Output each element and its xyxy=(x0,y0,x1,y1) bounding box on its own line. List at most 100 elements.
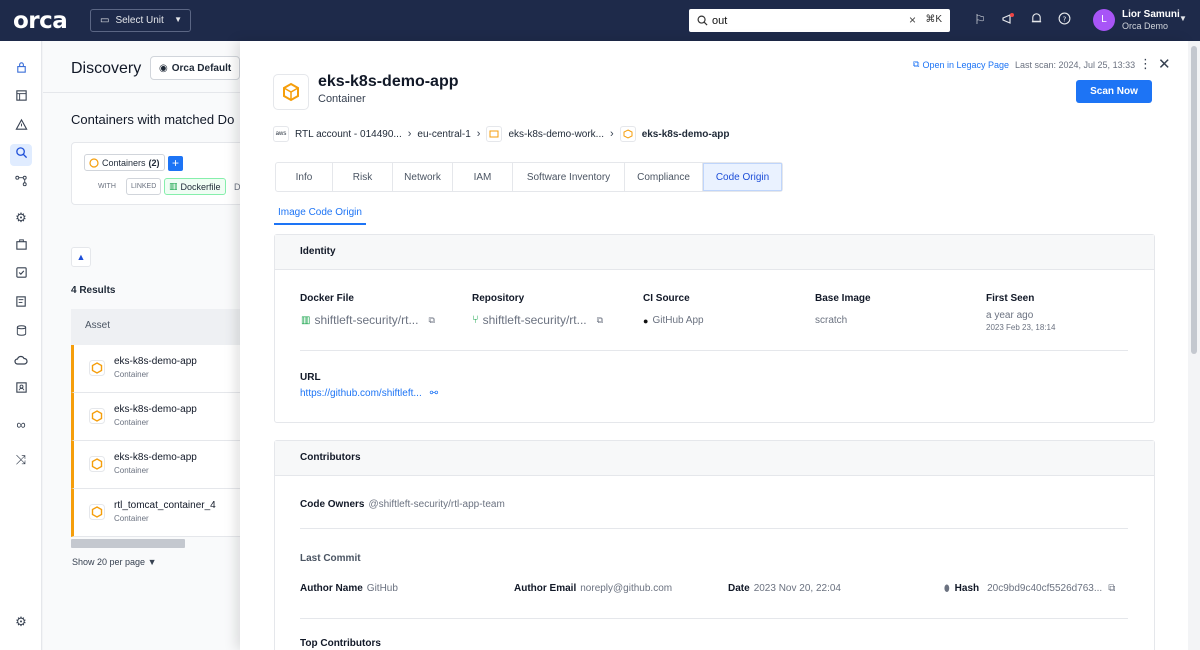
search-shortcut: ⌘K xyxy=(925,14,942,25)
compliance-icon[interactable] xyxy=(10,264,32,286)
first-seen-date: 2023 Feb 23, 18:14 xyxy=(986,323,1056,332)
divider xyxy=(300,528,1128,529)
breadcrumb-region[interactable]: eu-central-1 xyxy=(417,129,470,140)
announcement-icon[interactable] xyxy=(1000,12,1016,28)
chip-count: (2) xyxy=(148,157,160,168)
container-icon xyxy=(619,126,636,142)
base-image-label: Base Image xyxy=(815,293,871,304)
discovery-search-icon[interactable] xyxy=(10,144,32,166)
open-legacy-link[interactable]: ⧉ Open in Legacy Page xyxy=(913,59,1009,70)
close-icon[interactable]: ✕ xyxy=(1158,55,1171,73)
breadcrumb-current: eks-k8s-demo-app xyxy=(641,128,730,140)
table-row[interactable]: eks-k8s-demo-app Container xyxy=(71,441,251,489)
flag-icon[interactable]: ⚐ xyxy=(972,12,988,28)
author-name-value: GitHub xyxy=(366,583,398,594)
graph-icon[interactable] xyxy=(10,172,32,194)
more-options-icon[interactable]: ⋮ xyxy=(1139,56,1152,72)
repo-branch-icon: ⑂ xyxy=(472,314,479,326)
horizontal-scrollbar[interactable] xyxy=(71,539,185,548)
code-owners-value: @shiftleft-security/rtl-app-team xyxy=(368,499,505,510)
containers-chip[interactable]: Containers (2) xyxy=(84,154,165,171)
container-icon xyxy=(89,408,105,427)
table-row[interactable]: eks-k8s-demo-app Container xyxy=(71,345,251,393)
container-icon xyxy=(89,157,99,168)
shuffle-icon[interactable]: ⤨ xyxy=(10,449,32,471)
tab-risk[interactable]: Risk xyxy=(333,163,393,191)
clear-search-icon[interactable]: × xyxy=(909,13,916,27)
identity-heading: Identity xyxy=(275,235,1154,270)
breadcrumb-account[interactable]: RTL account - 014490... xyxy=(295,129,402,140)
hash-icon: ⬮ xyxy=(944,583,950,593)
avatar[interactable]: L xyxy=(1093,9,1115,31)
breadcrumb-workload[interactable]: eks-k8s-demo-work... xyxy=(508,129,604,140)
with-label: WITH xyxy=(94,178,120,195)
settings-cluster-icon[interactable]: ⚙ xyxy=(10,207,32,229)
user-box-icon[interactable] xyxy=(10,379,32,401)
per-page-select[interactable]: Show 20 per page ▼ xyxy=(72,557,157,567)
tab-network[interactable]: Network xyxy=(393,163,453,191)
linked-chip[interactable]: LINKED xyxy=(126,178,162,195)
hash-label: Hash xyxy=(954,583,980,594)
link-icon[interactable]: ⚯ xyxy=(430,388,438,399)
database-icon[interactable] xyxy=(10,322,32,344)
lock-icon[interactable] xyxy=(10,59,32,81)
asset-type: Container xyxy=(114,514,149,523)
table-row[interactable]: eks-k8s-demo-app Container xyxy=(71,393,251,441)
url-text[interactable]: https://github.com/shiftleft... xyxy=(300,388,422,399)
asset-name[interactable]: eks-k8s-demo-app xyxy=(114,356,197,367)
collapse-query-button[interactable]: ▲ xyxy=(71,247,91,267)
repository-value[interactable]: ⑂ shiftleft-security/rt... ⧉ xyxy=(472,313,603,327)
external-link-icon[interactable]: ⧉ xyxy=(428,315,434,326)
docker-file-value[interactable]: ▥ shiftleft-security/rt... ⧉ xyxy=(301,313,435,327)
dashboard-icon[interactable] xyxy=(10,87,32,109)
inventory-icon[interactable] xyxy=(10,236,32,258)
reports-icon[interactable] xyxy=(10,293,32,315)
tab-image-code-origin[interactable]: Image Code Origin xyxy=(274,207,366,225)
tab-info[interactable]: Info xyxy=(276,163,333,191)
author-email-row: Author Email noreply@github.com xyxy=(514,583,672,594)
date-label: Date xyxy=(728,583,750,594)
unit-select-dropdown[interactable]: ▭ Select Unit ▼ xyxy=(90,9,191,32)
search-value: out xyxy=(712,14,728,27)
scrollbar-thumb[interactable] xyxy=(1191,46,1197,354)
cloud-icon[interactable] xyxy=(10,351,32,373)
dockerfile-icon: ▥ xyxy=(169,181,178,191)
hash-value: 20c9bd9c40cf5526d763... xyxy=(987,583,1103,594)
repository-label: Repository xyxy=(472,293,525,304)
orca-logo[interactable]: orca xyxy=(13,8,68,34)
external-link-icon[interactable]: ⧉ xyxy=(597,315,603,326)
user-org: Orca Demo xyxy=(1122,21,1169,31)
view-select-button[interactable]: ◉ Orca Default xyxy=(150,56,241,80)
scan-now-button[interactable]: Scan Now xyxy=(1076,80,1152,103)
asset-type: Container xyxy=(318,93,366,105)
asset-name[interactable]: eks-k8s-demo-app xyxy=(114,404,197,415)
column-header-asset[interactable]: Asset xyxy=(71,309,251,345)
tab-iam[interactable]: IAM xyxy=(453,163,513,191)
asset-name[interactable]: eks-k8s-demo-app xyxy=(114,452,197,463)
help-icon[interactable]: ? xyxy=(1056,12,1072,28)
docker-file-text: shiftleft-security/rt... xyxy=(314,313,419,327)
bell-icon[interactable] xyxy=(1028,12,1044,28)
table-row[interactable]: rtl_tomcat_container_4 Container xyxy=(71,489,251,537)
copy-icon[interactable]: ⧉ xyxy=(1108,583,1115,594)
tab-code-origin[interactable]: Code Origin xyxy=(703,163,782,191)
page-title: Discovery xyxy=(71,60,142,77)
divider xyxy=(300,618,1128,619)
gear-icon[interactable]: ⚙ xyxy=(10,611,32,633)
add-filter-button[interactable]: + xyxy=(168,156,183,171)
integrations-infinity-icon[interactable]: ∞ xyxy=(10,414,32,436)
url-value[interactable]: https://github.com/shiftleft... ⚯ xyxy=(300,388,438,399)
code-owners-label: Code Owners xyxy=(300,499,365,510)
svg-text:?: ? xyxy=(1062,14,1066,23)
alert-icon[interactable] xyxy=(10,116,32,138)
tab-compliance[interactable]: Compliance xyxy=(625,163,703,191)
tab-software-inventory[interactable]: Software Inventory xyxy=(513,163,625,191)
drawer-scrollbar[interactable] xyxy=(1188,41,1200,650)
dockerfile-chip[interactable]: ▥ Dockerfile xyxy=(164,178,226,195)
user-name[interactable]: Lior Samuni xyxy=(1122,9,1180,20)
date-row: Date 2023 Nov 20, 22:04 xyxy=(728,583,841,594)
user-menu-chevron-icon[interactable]: ▼ xyxy=(1179,14,1187,23)
search-input[interactable]: out × ⌘K xyxy=(689,9,950,32)
asset-name[interactable]: rtl_tomcat_container_4 xyxy=(114,500,216,511)
asset-detail-drawer: eks-k8s-demo-app Container ⧉ Open in Leg… xyxy=(240,41,1188,650)
